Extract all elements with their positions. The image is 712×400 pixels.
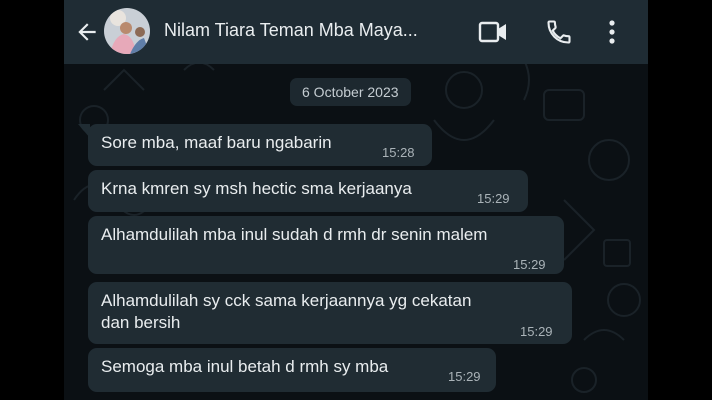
message-time: 15:29: [477, 191, 510, 206]
message-time: 15:29: [520, 324, 553, 339]
chat-screen: Nilam Tiara Teman Mba Maya... 6 October …: [64, 0, 648, 400]
back-arrow-icon[interactable]: [74, 19, 100, 45]
message-text: Sore mba, maaf baru ngabarin: [101, 133, 332, 152]
message-text: Alhamdulilah mba inul sudah d rmh dr sen…: [101, 225, 488, 244]
message-text: Alhamdulilah sy cck sama kerjaannya yg c…: [101, 291, 472, 332]
message-time: 15:29: [513, 257, 546, 272]
message-time: 15:29: [448, 369, 481, 384]
message-bubble[interactable]: Alhamdulilah mba inul sudah d rmh dr sen…: [88, 216, 564, 274]
message-bubble[interactable]: Semoga mba inul betah d rmh sy mba 15:29: [88, 348, 496, 392]
more-vert-icon[interactable]: [608, 18, 616, 46]
phone-icon[interactable]: [545, 18, 573, 46]
message-bubble[interactable]: Krna kmren sy msh hectic sma kerjaanya 1…: [88, 170, 528, 212]
message-bubble[interactable]: Alhamdulilah sy cck sama kerjaannya yg c…: [88, 282, 572, 344]
date-separator: 6 October 2023: [290, 78, 411, 106]
contact-name[interactable]: Nilam Tiara Teman Mba Maya...: [164, 20, 464, 41]
message-text: Semoga mba inul betah d rmh sy mba: [101, 357, 389, 376]
message-text: Krna kmren sy msh hectic sma kerjaanya: [101, 179, 412, 198]
video-call-icon[interactable]: [478, 18, 508, 46]
message-bubble[interactable]: Sore mba, maaf baru ngabarin 15:28: [88, 124, 432, 166]
chat-header: Nilam Tiara Teman Mba Maya...: [64, 0, 648, 64]
avatar[interactable]: [104, 8, 150, 54]
message-time: 15:28: [382, 145, 415, 160]
